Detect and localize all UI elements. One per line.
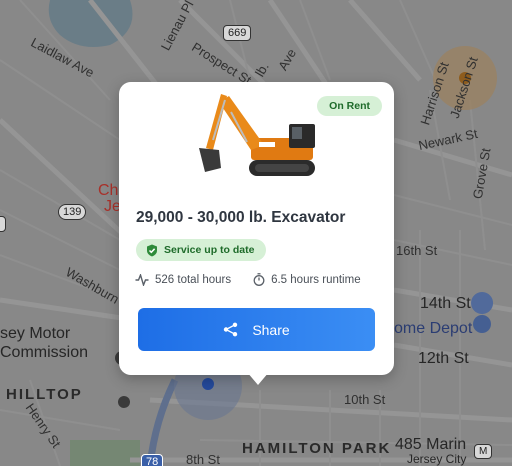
stopwatch-icon <box>253 273 265 286</box>
transit-marker: M <box>474 444 493 459</box>
service-badge-label: Service up to date <box>164 244 255 256</box>
street-label-16th: 16th St <box>396 243 438 258</box>
equipment-stats: 526 total hours 6.5 hours runtime <box>135 273 383 286</box>
route-139-shield: 139 <box>58 204 87 220</box>
equipment-title: 29,000 - 30,000 lb. Excavator <box>136 209 346 226</box>
total-hours-text: 526 total hours <box>155 273 232 286</box>
excavator-image <box>199 94 315 176</box>
total-hours-stat: 526 total hours <box>135 273 232 286</box>
status-badge: On Rent <box>317 96 382 116</box>
runtime-stat: 6.5 hours runtime <box>253 273 361 286</box>
poi-label-jersey-city: Jersey City <box>407 452 467 466</box>
street-label-14th: 14th St <box>420 295 471 312</box>
district-label-hilltop: HILLTOP <box>6 386 83 403</box>
shield-check-icon <box>147 244 157 256</box>
street-label-12th: 12th St <box>418 350 469 367</box>
popup-pointer <box>247 372 269 385</box>
poi-label-home-depot: ome Depot <box>394 320 473 337</box>
share-button[interactable]: Share <box>138 308 375 351</box>
runtime-text: 6.5 hours runtime <box>271 273 361 286</box>
equipment-popup: On Rent 29,000 - 30,000 lb. Excavator Se… <box>119 82 394 375</box>
map-edge-marker <box>0 216 6 232</box>
poi-label-motor: sey Motor <box>0 325 71 342</box>
poi-label-commission: Commission <box>0 344 89 361</box>
street-label-10th: 10th St <box>344 392 386 407</box>
route-78-shield: 78 <box>141 454 164 466</box>
service-badge: Service up to date <box>136 239 267 261</box>
share-icon <box>224 322 238 337</box>
district-label-hamilton-park: HAMILTON PARK <box>242 440 392 457</box>
route-669-shield: 669 <box>223 25 252 41</box>
activity-icon <box>135 273 149 286</box>
share-button-label: Share <box>252 321 290 338</box>
street-label-8th: 8th St <box>186 452 220 466</box>
